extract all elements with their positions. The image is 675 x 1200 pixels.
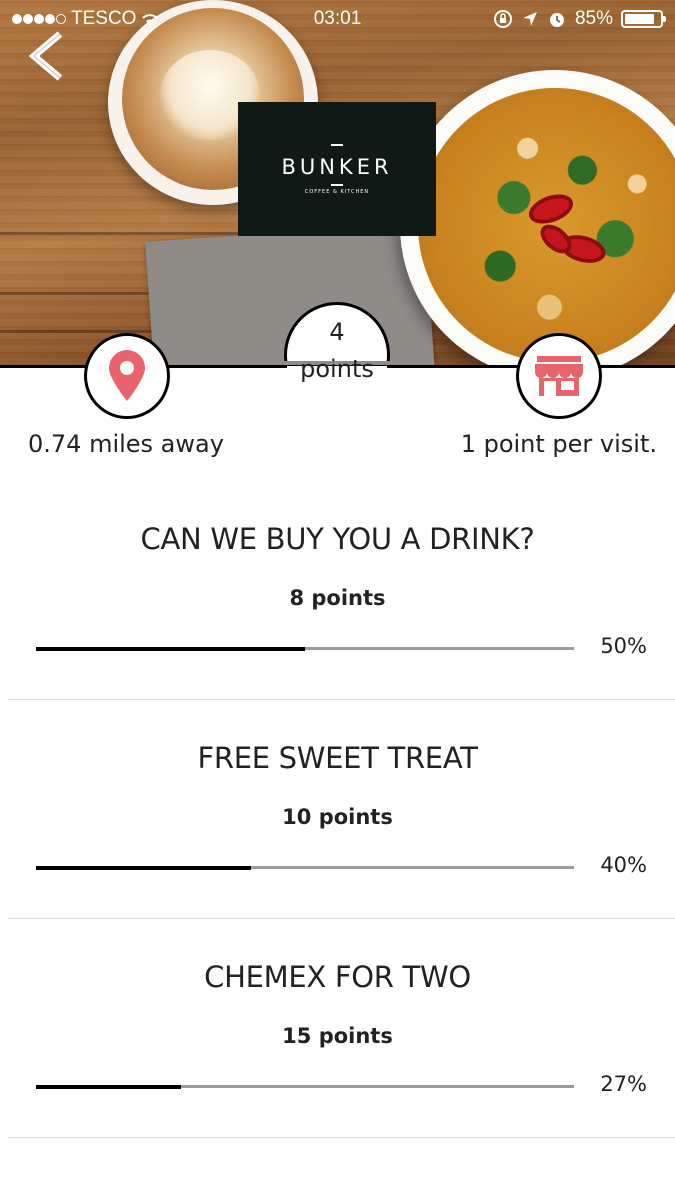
reward-title: CHEMEX FOR TWO bbox=[204, 960, 471, 994]
reward-points: 10 points bbox=[282, 805, 393, 829]
points-label: points bbox=[300, 355, 374, 383]
status-right: 85% bbox=[493, 8, 666, 30]
reward-percent: 50% bbox=[600, 634, 647, 658]
store-icon bbox=[535, 356, 583, 396]
points-balance: 4 bbox=[329, 318, 345, 346]
reward-percent: 27% bbox=[600, 1072, 647, 1096]
rotation-lock-icon bbox=[493, 10, 512, 28]
reward-percent: 40% bbox=[600, 853, 647, 877]
chevron-left-icon bbox=[28, 31, 63, 81]
battery-fill bbox=[625, 14, 654, 24]
back-button[interactable] bbox=[22, 30, 72, 82]
distance-text: 0.74 miles away bbox=[28, 430, 224, 458]
reward-progress-fill bbox=[36, 1084, 182, 1089]
battery-icon bbox=[621, 10, 666, 28]
reward-progress-track bbox=[36, 646, 574, 651]
venue-logo: BUNKER COFFEE & KITCHEN bbox=[238, 102, 436, 236]
battery-percent: 85% bbox=[574, 8, 613, 29]
reward-title: CAN WE BUY YOU A DRINK? bbox=[140, 522, 535, 556]
reward-divider bbox=[8, 699, 675, 700]
location-arrow-icon bbox=[522, 12, 537, 26]
reward-progress-track bbox=[36, 865, 574, 870]
store-button[interactable] bbox=[516, 333, 602, 419]
map-pin-icon bbox=[109, 350, 145, 401]
status-bar: TESCO 03:01 85% bbox=[0, 0, 675, 40]
reward-item[interactable]: CHEMEX FOR TWO 15 points 27% bbox=[0, 960, 675, 1180]
reward-progress-track bbox=[36, 1084, 574, 1089]
alarm-icon bbox=[549, 13, 564, 27]
logo-subtitle: COFFEE & KITCHEN bbox=[304, 189, 370, 195]
reward-progress-fill bbox=[36, 865, 252, 870]
reward-item[interactable]: CAN WE BUY YOU A DRINK? 8 points 50% bbox=[0, 522, 675, 742]
reward-divider bbox=[8, 918, 675, 919]
reward-divider bbox=[8, 1137, 675, 1138]
reward-title: FREE SWEET TREAT bbox=[197, 741, 478, 775]
wood-plank-line bbox=[0, 330, 160, 333]
logo-bar bbox=[331, 144, 343, 146]
logo-name: BUNKER bbox=[281, 155, 393, 179]
wood-plank-line bbox=[0, 232, 240, 235]
logo-bar bbox=[331, 184, 343, 186]
points-rate-text: 1 point per visit. bbox=[460, 430, 657, 458]
reward-points: 15 points bbox=[282, 1024, 393, 1048]
reward-progress-fill bbox=[36, 646, 305, 651]
location-button[interactable] bbox=[84, 333, 170, 419]
reward-points: 8 points bbox=[289, 586, 386, 610]
reward-item[interactable]: FREE SWEET TREAT 10 points 40% bbox=[0, 741, 675, 961]
